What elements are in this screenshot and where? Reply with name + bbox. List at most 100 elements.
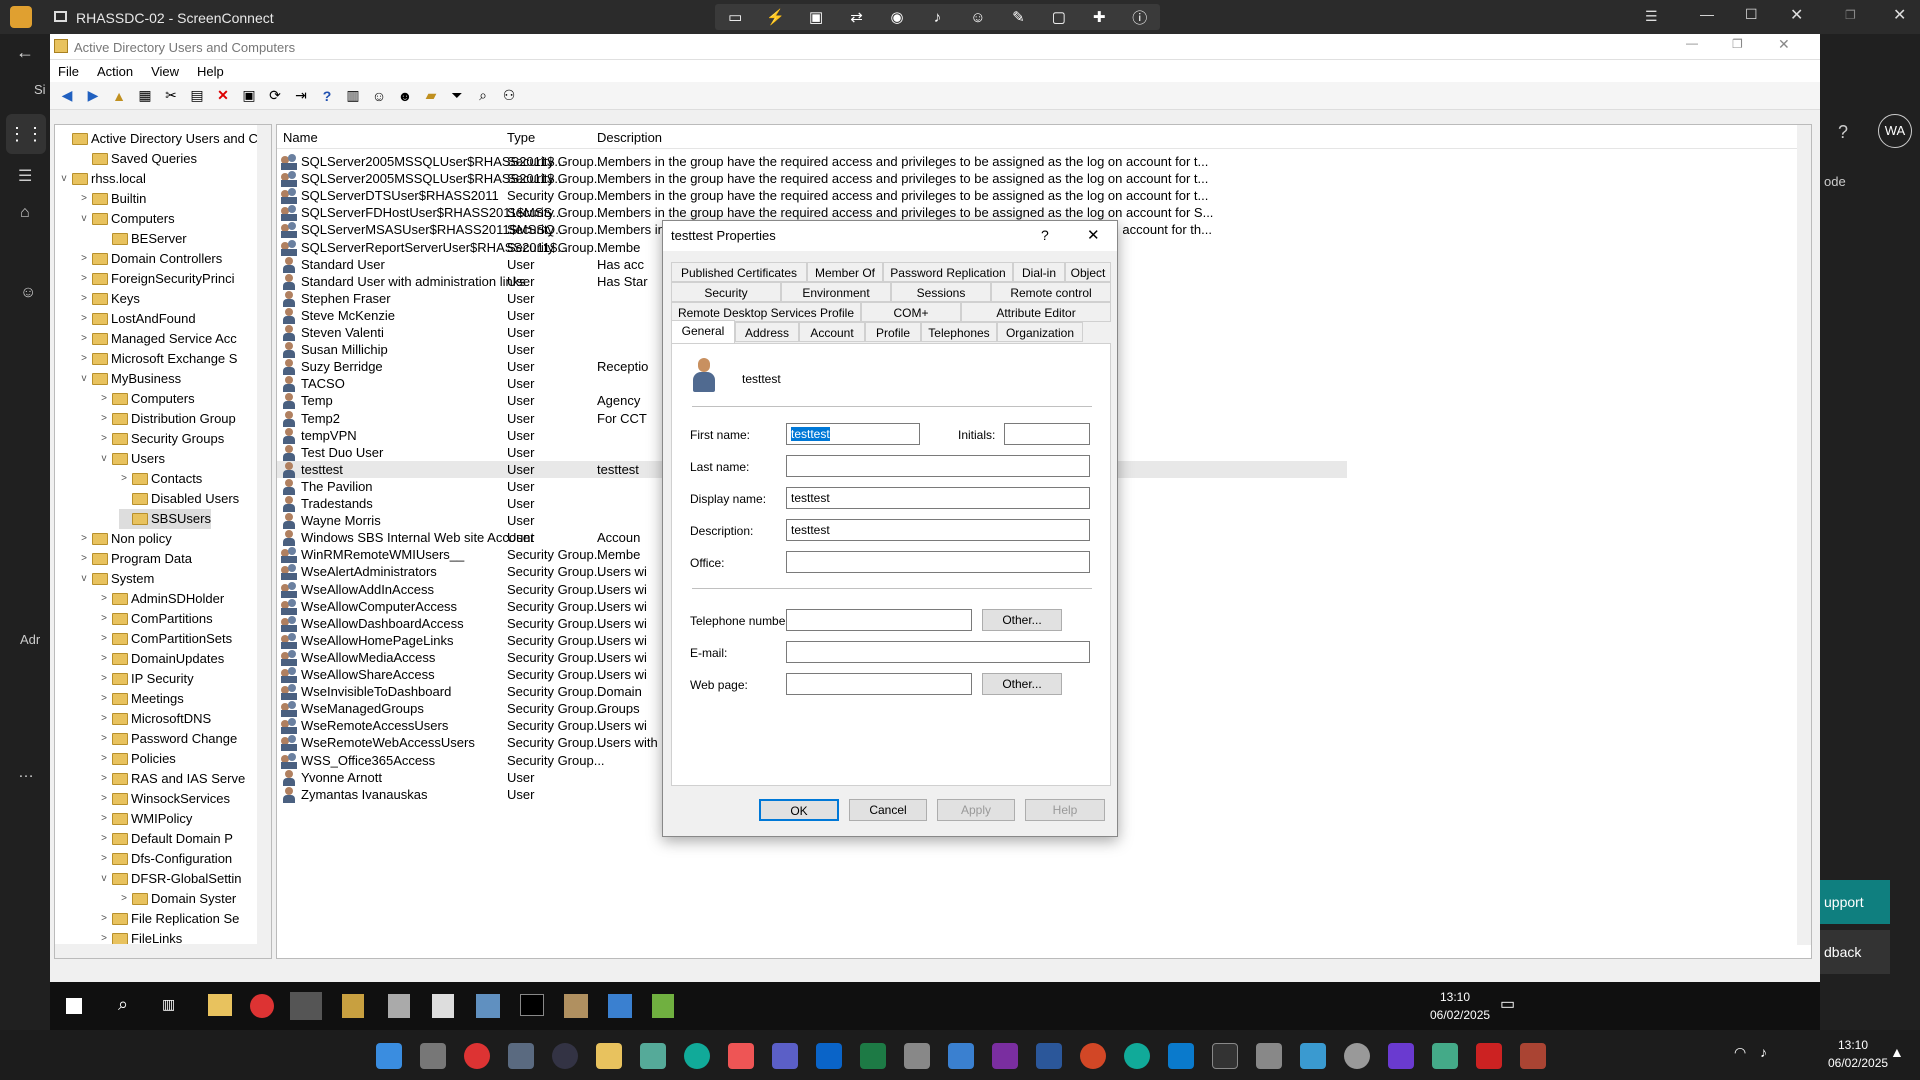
more-icon[interactable]: … — [18, 764, 34, 782]
winrar-icon[interactable] — [1520, 1043, 1546, 1069]
first-name-field[interactable]: testtest — [786, 423, 920, 445]
notepad-icon[interactable] — [640, 1043, 666, 1069]
tree-node[interactable]: > Computers — [99, 389, 195, 409]
tree-node[interactable]: Active Directory Users and Co — [59, 129, 265, 149]
ok-button[interactable]: OK — [759, 799, 839, 821]
tab-password-replication[interactable]: Password Replication — [883, 262, 1013, 282]
menu-help[interactable]: Help — [197, 64, 224, 79]
expand-icon[interactable]: > — [99, 589, 109, 609]
web-page-other-button[interactable]: Other... — [982, 673, 1062, 695]
terminal-icon[interactable] — [1212, 1043, 1238, 1069]
new-ou-icon[interactable]: ▰ — [420, 85, 442, 107]
cmd-icon[interactable] — [520, 994, 544, 1016]
tree-node[interactable]: > Default Domain P — [99, 829, 233, 849]
expand-icon[interactable]: > — [99, 749, 109, 769]
expand-icon[interactable]: > — [99, 829, 109, 849]
bell-icon[interactable]: ▲ — [1890, 1044, 1904, 1060]
expand-icon[interactable]: > — [79, 529, 89, 549]
tree-node[interactable]: > IP Security — [99, 669, 194, 689]
help-icon[interactable]: ? — [1838, 122, 1848, 143]
tree-vscrollbar[interactable] — [257, 125, 271, 945]
tree-node[interactable]: Saved Queries — [79, 149, 197, 169]
back-icon[interactable]: ◀ — [56, 85, 78, 107]
tab-rds-profile[interactable]: Remote Desktop Services Profile — [671, 302, 861, 322]
tab-sessions[interactable]: Sessions — [891, 282, 991, 302]
expand-icon[interactable]: > — [99, 849, 109, 869]
tree-node[interactable]: Disabled Users — [119, 489, 239, 509]
vscode-icon[interactable] — [1168, 1043, 1194, 1069]
expand-icon[interactable]: v — [99, 449, 109, 469]
screenconnect-task-icon[interactable] — [1476, 1043, 1502, 1069]
menu-icon[interactable]: ☰ — [1645, 8, 1658, 25]
phone-link-icon[interactable] — [1256, 1043, 1282, 1069]
expand-icon[interactable]: > — [79, 189, 89, 209]
tree-node[interactable]: > Dfs-Configuration — [99, 849, 232, 869]
tab-general[interactable]: General — [671, 320, 735, 344]
browser-close-icon[interactable]: ✕ — [1893, 5, 1906, 25]
telephone-other-button[interactable]: Other... — [982, 609, 1062, 631]
expand-icon[interactable]: > — [79, 269, 89, 289]
tree-node[interactable]: v rhss.local — [59, 169, 146, 189]
support-button[interactable]: upport — [1820, 880, 1890, 924]
wifi-icon[interactable]: ◠ — [1734, 1044, 1746, 1061]
expand-icon[interactable]: > — [119, 889, 129, 909]
tree-pane[interactable]: Active Directory Users and Co Saved Queri… — [54, 124, 272, 959]
image-app-icon[interactable] — [1432, 1043, 1458, 1069]
explorer-icon[interactable] — [208, 994, 232, 1016]
tab-address[interactable]: Address — [735, 322, 799, 342]
tree-node[interactable]: > Distribution Group — [99, 409, 236, 429]
table-row[interactable]: SQLServer2005MSSQLUser$RHASS2011$... Secu… — [277, 153, 1347, 170]
column-name[interactable]: Name — [283, 130, 318, 145]
app-task-icon-5[interactable] — [564, 994, 588, 1018]
toolbox-icon[interactable]: ▣ — [803, 5, 829, 29]
expand-icon[interactable]: > — [99, 729, 109, 749]
minimize-icon[interactable]: — — [1700, 6, 1714, 22]
last-name-field[interactable] — [786, 455, 1090, 477]
expand-icon[interactable]: > — [99, 809, 109, 829]
telephone-field[interactable] — [786, 609, 972, 631]
tree-node[interactable]: v DFSR-GlobalSettin — [99, 869, 242, 889]
tree-hscrollbar[interactable] — [55, 944, 271, 958]
tree-node[interactable]: BEServer — [99, 229, 187, 249]
tree-node[interactable]: SBSUsers — [119, 509, 211, 529]
tree-node[interactable]: > MicrosoftDNS — [99, 709, 211, 729]
home-icon[interactable]: ⌂ — [20, 204, 30, 222]
camera-icon[interactable]: ◉ — [884, 5, 910, 29]
menu-file[interactable]: File — [58, 64, 79, 79]
tab-profile[interactable]: Profile — [865, 322, 921, 342]
edge-dev-icon[interactable] — [1124, 1043, 1150, 1069]
chrome-host-icon[interactable] — [464, 1043, 490, 1069]
web-page-field[interactable] — [786, 673, 972, 695]
tree-node[interactable]: > AdminSDHolder — [99, 589, 224, 609]
windows-start-icon[interactable] — [376, 1043, 402, 1069]
task-view-host-icon[interactable] — [420, 1043, 446, 1069]
tree-node[interactable]: > ForeignSecurityPrinci — [79, 269, 234, 289]
file-explorer-host-icon[interactable] — [596, 1043, 622, 1069]
tree-node[interactable]: > Builtin — [79, 189, 146, 209]
description-field[interactable]: testtest — [786, 519, 1090, 541]
tab-security[interactable]: Security — [671, 282, 781, 302]
tree-node[interactable]: > Managed Service Acc — [79, 329, 237, 349]
dialog-close-button[interactable]: ✕ — [1087, 226, 1100, 244]
teams-icon[interactable] — [772, 1043, 798, 1069]
aduc-maximize-icon[interactable]: ❐ — [1732, 37, 1743, 51]
photos-icon[interactable] — [948, 1043, 974, 1069]
app-task-icon-7[interactable] — [652, 994, 674, 1018]
maximize-icon[interactable]: ☐ — [1745, 6, 1758, 23]
chrome-icon[interactable] — [250, 994, 274, 1018]
expand-icon[interactable]: > — [99, 609, 109, 629]
tree-node[interactable]: > DomainUpdates — [99, 649, 224, 669]
show-tree-icon[interactable]: ▦ — [134, 85, 156, 107]
tree-node[interactable]: > ComPartitionSets — [99, 629, 232, 649]
volume-icon[interactable]: ♪ — [1760, 1044, 1767, 1060]
edge-icon[interactable] — [684, 1043, 710, 1069]
powerpoint-icon[interactable] — [1080, 1043, 1106, 1069]
pencil-icon[interactable]: ✎ — [1005, 5, 1031, 29]
outlook-icon[interactable] — [816, 1043, 842, 1069]
expand-icon[interactable]: > — [99, 789, 109, 809]
plus-icon[interactable]: ✚ — [1086, 5, 1112, 29]
apply-button[interactable]: Apply — [937, 799, 1015, 821]
tab-object[interactable]: Object — [1065, 262, 1111, 282]
view-icon[interactable]: ▥ — [342, 85, 364, 107]
expand-icon[interactable]: v — [99, 869, 109, 889]
